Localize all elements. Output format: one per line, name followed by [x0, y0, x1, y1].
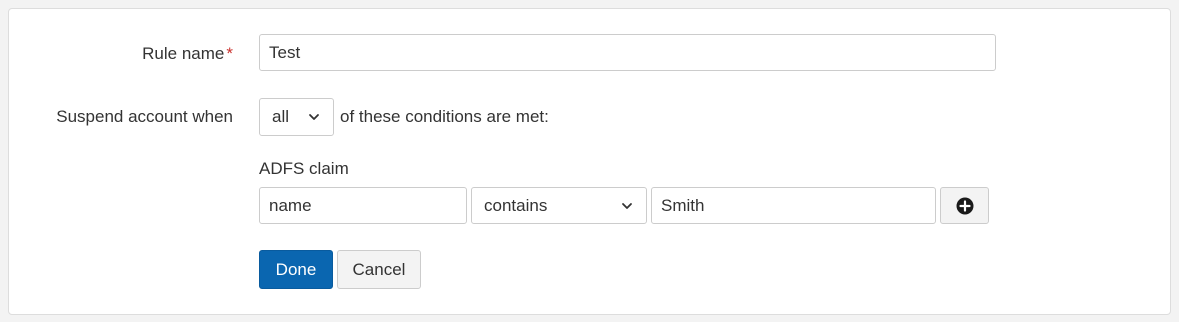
chevron-down-icon [622, 202, 632, 209]
cancel-button[interactable]: Cancel [337, 250, 421, 289]
chevron-down-icon [309, 114, 319, 120]
plus-circle-icon [956, 197, 973, 214]
suspend-account-label: Suspend account when [56, 107, 233, 126]
operator-value: contains [484, 195, 548, 215]
rule-editor-panel: Rule name* Suspend account when all of t… [8, 8, 1171, 315]
condition-match-value: all [272, 107, 290, 126]
adfs-claim-label: ADFS claim [259, 159, 349, 178]
rule-name-label: Rule name * [142, 44, 233, 64]
rule-name-label-text: Rule name [142, 44, 225, 63]
done-button[interactable]: Done [259, 250, 333, 289]
operator-select[interactable]: contains [471, 187, 647, 224]
match-text-input[interactable] [651, 187, 936, 224]
add-condition-button[interactable] [940, 187, 989, 224]
conditions-suffix-text: of these conditions are met: [340, 107, 549, 126]
claim-name-input[interactable] [259, 187, 467, 224]
required-marker: * [226, 44, 233, 63]
rule-name-input[interactable] [259, 34, 996, 71]
condition-match-select[interactable]: all [259, 98, 334, 136]
